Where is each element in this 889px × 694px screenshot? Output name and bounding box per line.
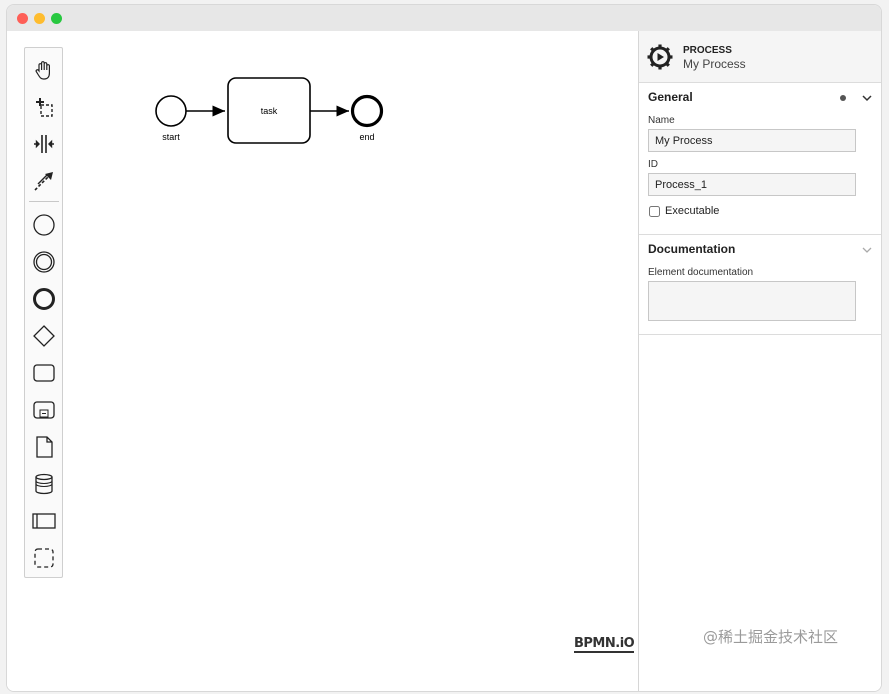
executable-row: Executable (639, 201, 881, 221)
name-input[interactable] (648, 129, 856, 152)
bpmn-io-logo[interactable]: BPMN.iO (574, 636, 635, 653)
group-has-data-indicator (840, 95, 846, 101)
documentation-group-title: Documentation (648, 242, 736, 256)
start-event[interactable]: start (155, 95, 187, 142)
diagram-canvas[interactable]: start task end (7, 31, 638, 691)
executable-checkbox[interactable] (649, 205, 660, 217)
element-documentation-label: Element documentation (648, 267, 754, 278)
name-field-label: Name (648, 115, 675, 126)
id-field-label: ID (648, 159, 658, 170)
chevron-down-icon[interactable] (861, 244, 873, 256)
start-event-label: start (162, 132, 180, 142)
element-documentation-textarea[interactable] (648, 281, 856, 321)
general-group-title: General (648, 90, 693, 104)
documentation-group: Documentation Element documentation (639, 235, 881, 335)
end-event[interactable]: end (350, 94, 384, 143)
general-group: General Name ID Executable (639, 83, 881, 235)
properties-panel: PROCESS My Process General Name ID Execu… (638, 31, 881, 691)
bpmn-diagram: start task end (155, 77, 384, 144)
minimize-window-button[interactable] (34, 13, 45, 24)
id-input[interactable] (648, 173, 856, 196)
end-event-label: end (359, 132, 374, 142)
element-name-label: My Process (683, 57, 746, 71)
maximize-window-button[interactable] (51, 13, 62, 24)
executable-label: Executable (665, 205, 720, 217)
close-window-button[interactable] (17, 13, 28, 24)
task-element[interactable]: task (227, 77, 311, 144)
task-label: task (261, 106, 278, 116)
watermark-text: @稀土掘金技术社区 (703, 628, 839, 646)
app-window: start task end PROCESS My Process Genera… (6, 4, 882, 692)
general-group-header[interactable]: General (639, 83, 881, 112)
documentation-group-header[interactable]: Documentation (639, 235, 881, 264)
process-gear-icon (647, 44, 673, 70)
chevron-down-icon[interactable] (861, 92, 873, 104)
title-bar (7, 5, 881, 32)
properties-header: PROCESS My Process (639, 31, 881, 83)
element-type-label: PROCESS (683, 45, 732, 56)
